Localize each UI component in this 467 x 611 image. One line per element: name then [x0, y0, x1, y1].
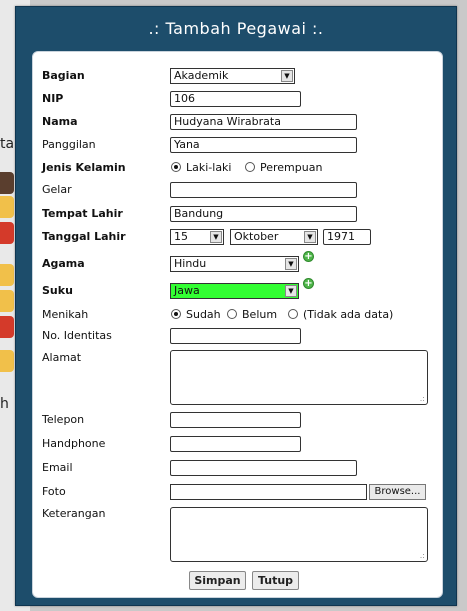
- nama-label: Nama: [42, 115, 78, 128]
- married-unknown-label: (Tidak ada data): [303, 308, 394, 321]
- month-value: Oktober: [234, 230, 279, 243]
- background-item: [0, 316, 14, 338]
- panggilan-input[interactable]: Yana: [170, 137, 357, 153]
- form-panel: Bagian Akademik ▼ NIP 106 Nama Hudyana W…: [32, 51, 443, 598]
- gender-male-label: Laki-laki: [186, 161, 232, 174]
- telepon-input[interactable]: [170, 412, 301, 428]
- married-no-radio[interactable]: [227, 309, 237, 319]
- keterangan-label: Keterangan: [42, 507, 106, 520]
- row-panggilan: Panggilan Yana: [33, 136, 442, 154]
- nip-input[interactable]: 106: [170, 91, 301, 107]
- row-jenis-kelamin: Jenis Kelamin Laki-laki Perempuan: [33, 159, 442, 177]
- row-tanggal-lahir: Tanggal Lahir 15 ▼ Oktober ▼ 1971: [33, 228, 442, 246]
- row-email: Email: [33, 459, 442, 477]
- suku-label: Suku: [42, 284, 73, 297]
- married-unknown-radio[interactable]: [288, 309, 298, 319]
- tanggal-lahir-label: Tanggal Lahir: [42, 230, 126, 243]
- background-item: [0, 196, 14, 218]
- telepon-label: Telepon: [42, 413, 85, 426]
- tempat-lahir-input[interactable]: Bandung: [170, 206, 357, 222]
- nama-input[interactable]: Hudyana Wirabrata: [170, 114, 357, 130]
- gender-female-radio[interactable]: [245, 162, 255, 172]
- month-select[interactable]: Oktober ▼: [230, 229, 318, 245]
- email-label: Email: [42, 461, 73, 474]
- row-handphone: Handphone: [33, 435, 442, 453]
- agama-select[interactable]: Hindu ▼: [170, 256, 299, 272]
- gender-female-label: Perempuan: [260, 161, 323, 174]
- row-suku: Suku Jawa ▼ +: [33, 278, 442, 300]
- day-select[interactable]: 15 ▼: [170, 229, 224, 245]
- row-bagian: Bagian Akademik ▼: [33, 67, 442, 85]
- tempat-lahir-label: Tempat Lahir: [42, 207, 123, 220]
- married-yes-label: Sudah: [186, 308, 221, 321]
- jenis-kelamin-label: Jenis Kelamin: [42, 161, 126, 174]
- add-suku-icon[interactable]: +: [303, 278, 314, 289]
- chevron-down-icon: ▼: [210, 231, 222, 243]
- row-nip: NIP 106: [33, 90, 442, 108]
- row-menikah: Menikah Sudah Belum (Tidak ada data): [33, 306, 442, 324]
- day-value: 15: [174, 230, 188, 243]
- handphone-input[interactable]: [170, 436, 301, 452]
- married-no-label: Belum: [242, 308, 278, 321]
- alamat-textarea[interactable]: .:: [170, 350, 428, 405]
- chevron-down-icon: ▼: [281, 70, 293, 82]
- menikah-label: Menikah: [42, 308, 89, 321]
- foto-label: Foto: [42, 485, 66, 498]
- background-item: [0, 264, 14, 286]
- background-text: ta: [0, 136, 15, 152]
- background-item: [0, 290, 14, 312]
- bagian-label: Bagian: [42, 69, 85, 82]
- row-gelar: Gelar: [33, 181, 442, 199]
- row-nama: Nama Hudyana Wirabrata: [33, 113, 442, 131]
- bagian-value: Akademik: [174, 69, 229, 82]
- row-tempat-lahir: Tempat Lahir Bandung: [33, 205, 442, 223]
- save-button[interactable]: Simpan: [189, 571, 246, 590]
- nip-label: NIP: [42, 92, 64, 105]
- resize-grip-icon[interactable]: .:: [420, 395, 425, 403]
- agama-label: Agama: [42, 257, 85, 270]
- alamat-label: Alamat: [42, 351, 82, 364]
- row-agama: Agama Hindu ▼ +: [33, 251, 442, 273]
- no-identitas-input[interactable]: [170, 328, 301, 344]
- handphone-label: Handphone: [42, 437, 106, 450]
- row-foto: Foto Browse...: [33, 483, 442, 501]
- married-yes-radio[interactable]: [171, 309, 181, 319]
- background-item: [0, 172, 14, 194]
- gelar-label: Gelar: [42, 183, 72, 196]
- foto-file-input[interactable]: [170, 484, 367, 500]
- suku-value: Jawa: [174, 284, 200, 297]
- chevron-down-icon: ▼: [304, 231, 316, 243]
- resize-grip-icon[interactable]: .:: [420, 552, 425, 560]
- gender-male-radio[interactable]: [171, 162, 181, 172]
- suku-select[interactable]: Jawa ▼: [170, 283, 299, 299]
- background-item: [0, 222, 14, 244]
- agama-value: Hindu: [174, 257, 207, 270]
- bagian-select[interactable]: Akademik ▼: [170, 68, 295, 84]
- row-no-identitas: No. Identitas: [33, 327, 442, 345]
- close-button[interactable]: Tutup: [252, 571, 299, 590]
- dialog-title: .: Tambah Pegawai :.: [148, 19, 324, 38]
- chevron-down-icon: ▼: [285, 285, 297, 297]
- row-telepon: Telepon: [33, 411, 442, 429]
- chevron-down-icon: ▼: [285, 258, 297, 270]
- keterangan-textarea[interactable]: .:: [170, 507, 428, 562]
- add-employee-dialog: .: Tambah Pegawai :. Bagian Akademik ▼ N…: [15, 6, 457, 606]
- panggilan-label: Panggilan: [42, 138, 96, 151]
- background-item: [0, 350, 14, 372]
- email-input[interactable]: [170, 460, 357, 476]
- add-agama-icon[interactable]: +: [303, 251, 314, 262]
- background-text: h: [0, 396, 9, 412]
- no-identitas-label: No. Identitas: [42, 329, 112, 342]
- browse-button[interactable]: Browse...: [369, 484, 426, 500]
- year-input[interactable]: 1971: [323, 229, 371, 245]
- gelar-input[interactable]: [170, 182, 357, 198]
